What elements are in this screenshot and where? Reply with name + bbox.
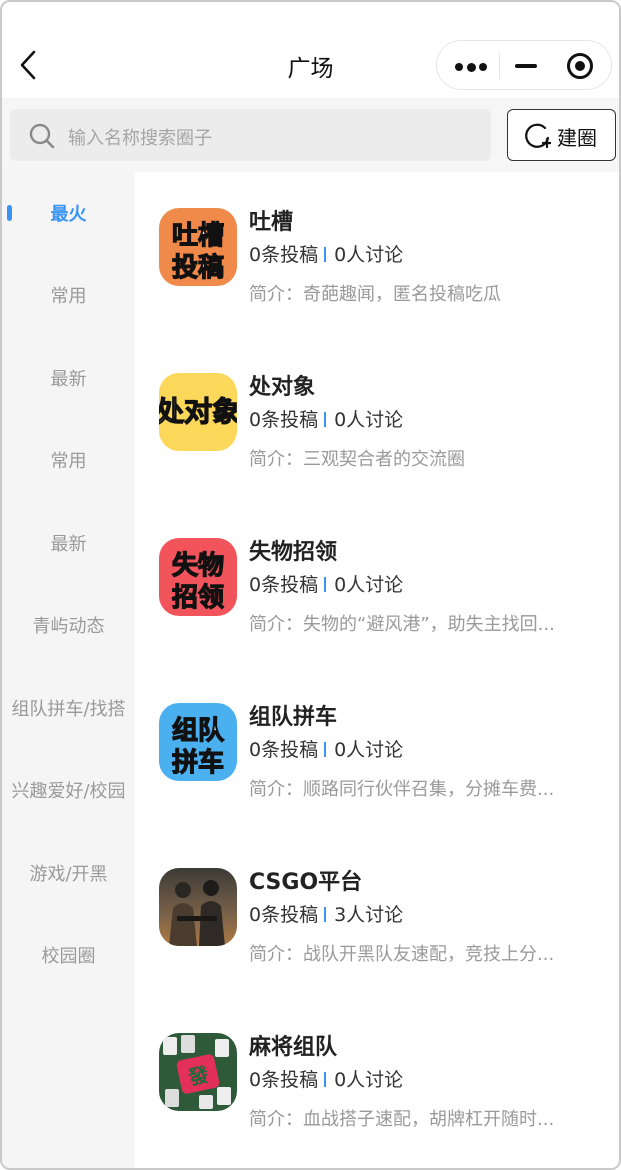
search-bar: 输入名称搜索圈子 建圈 (2, 98, 619, 172)
svg-text:招领: 招领 (172, 582, 224, 613)
circle-stats: 0条投稿 0人讨论 (249, 240, 403, 267)
post-count: 0条投稿 (249, 574, 319, 596)
circle-name: 麻将组队 (249, 1035, 338, 1060)
sidebar-item-label: 游戏/开黑 (29, 864, 108, 885)
stats-divider (324, 907, 327, 922)
discussion-count: 0人讨论 (334, 1069, 404, 1091)
circle-description: 简介：战队开黑队友速配，竞技上分... (249, 944, 555, 965)
circle-description: 简介：顺路同行伙伴召集，分摊车费... (249, 779, 555, 800)
circle-avatar: 發 (159, 1033, 237, 1111)
sidebar-item-label: 青屿动态 (32, 616, 105, 637)
discussion-count: 0人讨论 (334, 244, 404, 266)
post-count: 0条投稿 (249, 244, 319, 266)
circle-description: 简介：三观契合者的交流圈 (249, 449, 465, 470)
sidebar-item-label: 最新 (50, 369, 87, 390)
circle-name: CSGO平台 (249, 870, 363, 895)
minimize-icon[interactable] (515, 64, 537, 68)
circle-avatar: 处对象 (159, 373, 237, 451)
circle-item-carpool[interactable]: 组队 拼车 组队拼车 0条投稿 0人讨论 简介：顺路同行伙伴召集，分摊车费... (135, 667, 619, 832)
svg-text:处对象: 处对象 (159, 395, 237, 428)
svg-text:投稿: 投稿 (172, 252, 224, 283)
app-window: 广场 输入名称搜索圈子 建圈 最火 常用 最新 常用 最新 青屿动态 组队拼车/… (0, 0, 621, 1170)
mahjong-tiles-image: 發 (159, 1033, 237, 1111)
add-circle-icon (525, 123, 551, 149)
header: 广场 (2, 2, 619, 98)
circle-item-dating[interactable]: 处对象 处对象 0条投稿 0人讨论 简介：三观契合者的交流圈 (135, 337, 619, 502)
mini-program-capsule (436, 40, 612, 90)
svg-text:组队: 组队 (172, 715, 225, 746)
sidebar-item-team-carpool[interactable]: 组队拼车/找搭 (2, 667, 135, 749)
circle-stats: 0条投稿 0人讨论 (249, 405, 403, 432)
circle-avatar: 组队 拼车 (159, 703, 237, 781)
sidebar-item-hottest[interactable]: 最火 (2, 172, 135, 254)
circle-avatar: 吐槽 投稿 (159, 208, 237, 286)
category-sidebar: 最火 常用 最新 常用 最新 青屿动态 组队拼车/找搭 兴趣爱好/校园 游戏/开… (2, 172, 135, 1168)
sidebar-item-campus-circle[interactable]: 校园圈 (2, 914, 135, 996)
soldiers-image (159, 868, 237, 946)
stats-divider (324, 1072, 327, 1087)
search-icon (29, 123, 55, 149)
sidebar-item-games[interactable]: 游戏/开黑 (2, 832, 135, 914)
capsule-divider (499, 53, 500, 79)
target-circle-icon[interactable] (567, 53, 593, 79)
circle-avatar: 失物 招领 (159, 538, 237, 616)
sidebar-item-label: 组队拼车/找搭 (11, 699, 126, 720)
sidebar-item-label: 最新 (50, 534, 87, 555)
sidebar-item-hobbies-campus[interactable]: 兴趣爱好/校园 (2, 749, 135, 831)
post-count: 0条投稿 (249, 739, 319, 761)
discussion-count: 3人讨论 (334, 904, 404, 926)
svg-text:拼车: 拼车 (172, 747, 224, 778)
post-count: 0条投稿 (249, 409, 319, 431)
circle-list: 吐槽 投稿 吐槽 0条投稿 0人讨论 简介：奇葩趣闻，匿名投稿吃瓜 处对象 处对象… (135, 172, 619, 1168)
sidebar-item-frequent-2[interactable]: 常用 (2, 419, 135, 501)
circle-description: 简介：失物的“避风港”，助失主找回... (249, 614, 555, 635)
circle-stats: 0条投稿 0人讨论 (249, 1065, 403, 1092)
circle-stats: 0条投稿 0人讨论 (249, 570, 403, 597)
sidebar-item-latest-2[interactable]: 最新 (2, 502, 135, 584)
circle-description: 简介：奇葩趣闻，匿名投稿吃瓜 (249, 284, 501, 305)
sidebar-item-qingyu-news[interactable]: 青屿动态 (2, 584, 135, 666)
discussion-count: 0人讨论 (334, 574, 404, 596)
more-dots-icon[interactable] (455, 62, 487, 72)
circle-stats: 0条投稿 0人讨论 (249, 735, 403, 762)
circle-item-lost-found[interactable]: 失物 招领 失物招领 0条投稿 0人讨论 简介：失物的“避风港”，助失主找回... (135, 502, 619, 667)
sidebar-item-label: 兴趣爱好/校园 (11, 781, 126, 802)
svg-text:失物: 失物 (172, 551, 224, 581)
sidebar-item-frequent[interactable]: 常用 (2, 254, 135, 336)
circle-item-csgo[interactable]: CSGO平台 0条投稿 3人讨论 简介：战队开黑队友速配，竞技上分... (135, 832, 619, 997)
post-count: 0条投稿 (249, 904, 319, 926)
circle-avatar (159, 868, 237, 946)
create-circle-button[interactable]: 建圈 (507, 109, 616, 161)
discussion-count: 0人讨论 (334, 739, 404, 761)
sidebar-item-label: 校园圈 (41, 946, 96, 967)
active-indicator (7, 205, 12, 221)
sidebar-item-label: 常用 (50, 451, 87, 472)
circle-name: 失物招领 (249, 540, 338, 565)
stats-divider (324, 247, 327, 262)
sidebar-item-latest[interactable]: 最新 (2, 337, 135, 419)
sidebar-item-label: 常用 (50, 286, 87, 307)
search-placeholder: 输入名称搜索圈子 (68, 128, 212, 149)
search-input[interactable]: 输入名称搜索圈子 (10, 109, 491, 161)
circle-description: 简介：血战搭子速配，胡牌杠开随时... (249, 1109, 555, 1130)
svg-text:吐槽: 吐槽 (172, 221, 224, 251)
post-count: 0条投稿 (249, 1069, 319, 1091)
discussion-count: 0人讨论 (334, 409, 404, 431)
circle-item-tucao[interactable]: 吐槽 投稿 吐槽 0条投稿 0人讨论 简介：奇葩趣闻，匿名投稿吃瓜 (135, 172, 619, 337)
circle-item-mahjong[interactable]: 發 麻将组队 0条投稿 0人讨论 简介：血战搭子速配，胡牌杠开随时... (135, 997, 619, 1162)
circle-name: 吐槽 (249, 210, 294, 235)
circle-stats: 0条投稿 3人讨论 (249, 900, 403, 927)
stats-divider (324, 742, 327, 757)
stats-divider (324, 412, 327, 427)
stats-divider (324, 577, 327, 592)
sidebar-item-label: 最火 (50, 204, 87, 225)
circle-name: 组队拼车 (249, 705, 338, 730)
create-circle-label: 建圈 (557, 126, 597, 150)
circle-name: 处对象 (249, 375, 316, 400)
